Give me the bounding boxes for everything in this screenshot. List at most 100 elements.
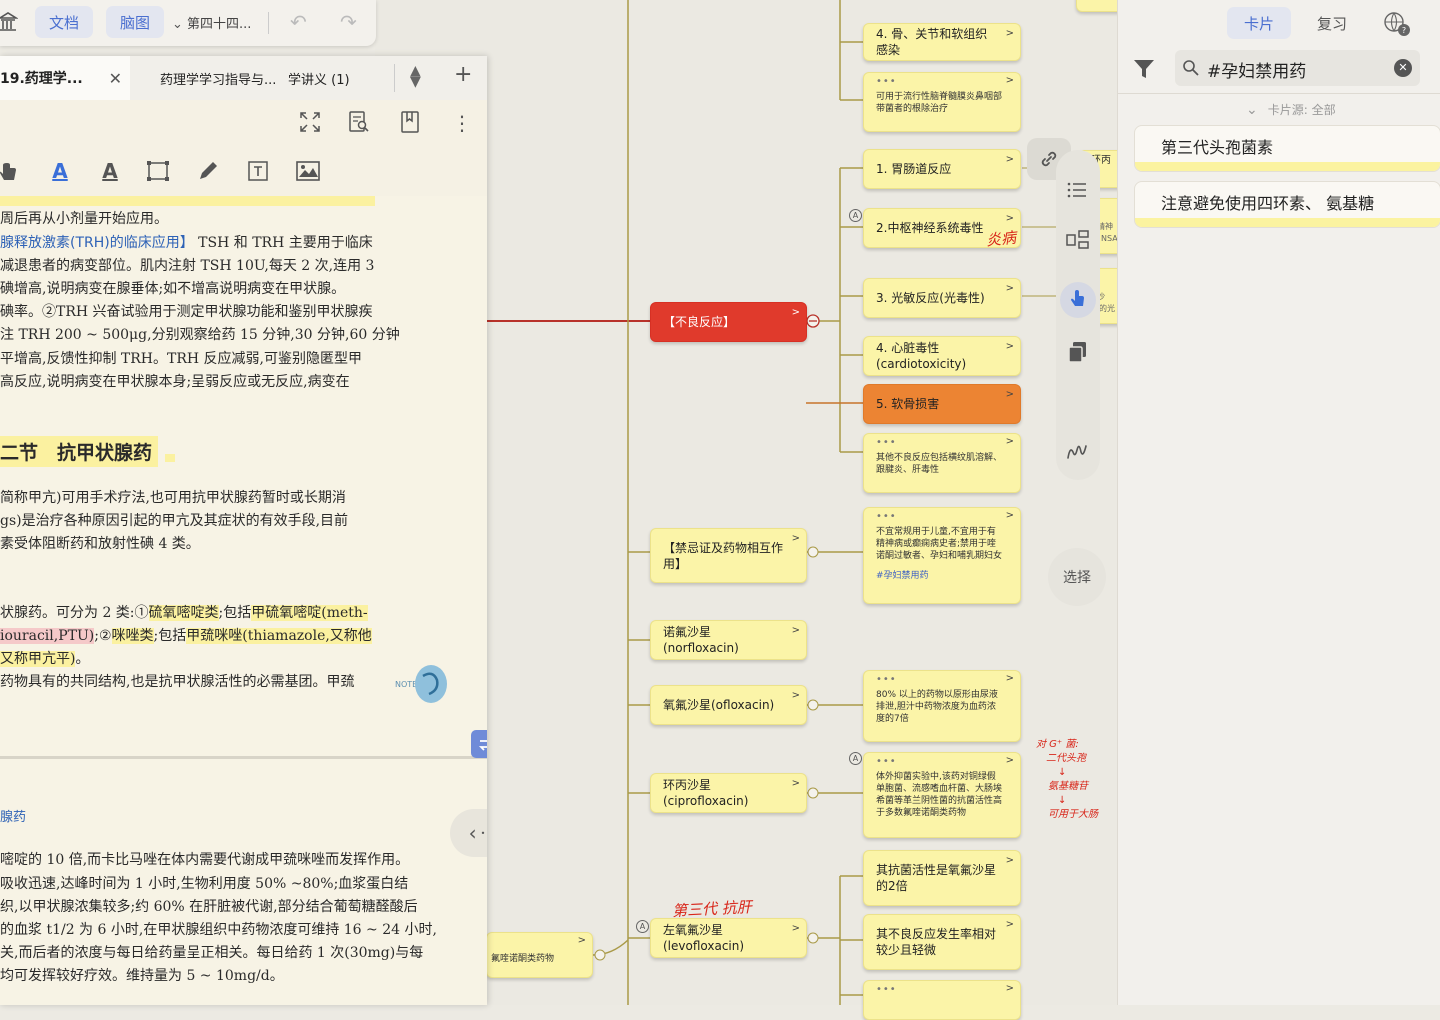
- node-cartilage[interactable]: 5. 软骨损害 >: [863, 384, 1021, 424]
- hand-icon[interactable]: [0, 158, 20, 184]
- expand-icon[interactable]: >: [792, 531, 800, 547]
- swap-pages-button[interactable]: [471, 730, 487, 758]
- select-button[interactable]: 选择: [1048, 548, 1106, 606]
- library-icon[interactable]: [0, 10, 19, 34]
- search-document-icon[interactable]: [346, 109, 372, 135]
- expand-icon[interactable]: >: [792, 623, 800, 639]
- annotation-marker-icon[interactable]: A: [849, 752, 862, 765]
- node-photo[interactable]: 3. 光敏反应(光毒性) >: [863, 278, 1021, 318]
- card-source-selector[interactable]: ⌄ 卡片源: 全部: [1246, 101, 1336, 118]
- undo-icon[interactable]: ↶: [290, 10, 307, 34]
- node-bone[interactable]: 4. 骨、关节和软组织感染 >: [863, 23, 1021, 61]
- expand-icon[interactable]: >: [1006, 983, 1014, 995]
- sort-tabs-icon[interactable]: ▲ ▼: [410, 64, 421, 89]
- expand-icon[interactable]: >: [1006, 755, 1014, 767]
- doc-tab[interactable]: 学讲义 (1): [288, 56, 350, 100]
- note-meningitis[interactable]: ••• 可用于流行性脑脊髓膜炎鼻咽部带菌者的根除治疗 >: [863, 72, 1021, 132]
- prev-page-icon[interactable]: ‹: [469, 821, 481, 845]
- expand-icon[interactable]: >: [1006, 281, 1014, 297]
- highlighted-term[interactable]: 甲硫氧嘧啶(meth-: [251, 605, 368, 621]
- expand-icon[interactable]: >: [1006, 339, 1014, 355]
- card-item[interactable]: 第三代头孢菌素: [1134, 125, 1440, 172]
- document-page[interactable]: 腺药 嘧啶的 10 倍,而卡比马唑在体内需要代谢成甲巯咪唑而发挥作用。 吸收迅速…: [0, 756, 487, 1005]
- pencil-icon[interactable]: [195, 158, 221, 184]
- expand-icon[interactable]: >: [578, 935, 586, 947]
- outline-button[interactable]: [1064, 176, 1092, 204]
- clear-search-icon[interactable]: ✕: [1394, 59, 1412, 77]
- node-levo-adverse[interactable]: 其不良反应发生率相对较少且轻微 >: [863, 914, 1021, 970]
- close-icon[interactable]: ✕: [109, 69, 122, 88]
- highlighted-term[interactable]: iouracil,PTU): [0, 628, 95, 644]
- more-icon[interactable]: •••: [876, 437, 897, 449]
- expand-icon[interactable]: >: [792, 776, 800, 792]
- text-box-icon[interactable]: [245, 158, 271, 184]
- doc-tab-active[interactable]: 19.药理学... ✕: [0, 56, 130, 100]
- card-search-box[interactable]: #孕妇禁用药 ✕: [1175, 50, 1420, 86]
- image-icon[interactable]: [294, 158, 322, 184]
- expand-icon[interactable]: >: [1006, 436, 1014, 448]
- add-tab-icon[interactable]: +: [454, 62, 472, 87]
- expand-icon[interactable]: >: [792, 921, 800, 937]
- page-nav-pill[interactable]: ‹•›: [450, 809, 487, 857]
- highlighted-term[interactable]: 又称甲亢平): [0, 651, 76, 667]
- node-ofloxacin[interactable]: 氧氟沙星(ofloxacin) >: [650, 685, 807, 725]
- node-norfloxacin[interactable]: 诺氟沙星(norfloxacin) >: [650, 620, 807, 660]
- expand-icon[interactable]: >: [1006, 673, 1014, 685]
- hand-tool-button[interactable]: [1060, 282, 1096, 318]
- text-highlight-icon[interactable]: A: [46, 156, 74, 186]
- filter-icon[interactable]: [1132, 57, 1156, 81]
- fullscreen-icon[interactable]: [298, 110, 322, 134]
- tab-review[interactable]: 复习: [1300, 7, 1364, 39]
- doc-tab[interactable]: 药理学学习指导与...: [160, 56, 276, 100]
- expand-icon[interactable]: >: [1006, 75, 1014, 87]
- annotation-marker-icon[interactable]: A: [636, 920, 649, 933]
- tag-pregnancy-contraindicated[interactable]: #孕妇禁用药: [876, 570, 1002, 582]
- more-icon[interactable]: •••: [876, 674, 897, 686]
- note-contra[interactable]: ••• 不宜常规用于儿童,不宜用于有精神病或癫痫病史者;禁用于喹诺酮过敏者、孕妇…: [863, 507, 1021, 604]
- highlighted-term[interactable]: 硫氧嘧啶类: [148, 605, 219, 621]
- rectangle-select-icon[interactable]: [145, 158, 171, 184]
- highlighted-term[interactable]: 甲巯咪唑(thiamazole,又称他: [186, 628, 372, 644]
- more-vertical-icon[interactable]: ⋮: [450, 110, 474, 136]
- expand-icon[interactable]: >: [1006, 917, 1014, 933]
- layout-button[interactable]: [1064, 226, 1092, 254]
- expand-icon[interactable]: >: [1006, 853, 1014, 869]
- expand-icon[interactable]: >: [792, 305, 800, 321]
- web-help-icon[interactable]: ?: [1382, 10, 1412, 38]
- freehand-button[interactable]: [1064, 436, 1092, 464]
- node-gi[interactable]: 1. 胃肠道反应 >: [863, 149, 1021, 189]
- expand-icon[interactable]: >: [1006, 26, 1014, 42]
- node-left-partial[interactable]: 氟喹诺酮类药物 >: [486, 932, 593, 978]
- tab-document[interactable]: 文档: [35, 6, 93, 38]
- note-levo-partial[interactable]: ••• >: [863, 980, 1021, 1020]
- highlighted-term[interactable]: 咪唑类: [111, 628, 154, 644]
- redo-icon[interactable]: ↷: [340, 10, 357, 34]
- note-other-adverse[interactable]: ••• 其他不良反应包括横纹肌溶解、跟腱炎、肝毒性 >: [863, 433, 1021, 493]
- note-ofloxacin[interactable]: ••• 80% 以上的药物以原形由尿液排泄,胆汁中药物浓度为血药浓度的7倍 >: [863, 670, 1021, 742]
- node-levofloxacin[interactable]: 左氧氟沙星(levofloxacin) >: [650, 918, 807, 958]
- node-adverse[interactable]: 【不良反应】 >: [650, 302, 807, 342]
- annotation-marker-icon[interactable]: A: [849, 209, 862, 222]
- copy-button[interactable]: [1064, 338, 1092, 366]
- more-icon[interactable]: •••: [876, 76, 897, 88]
- bookmark-icon[interactable]: [398, 109, 422, 135]
- more-icon[interactable]: •••: [876, 511, 897, 523]
- node-cardio[interactable]: 4. 心脏毒性(cardiotoxicity) >: [863, 336, 1021, 376]
- tab-cards[interactable]: 卡片: [1227, 7, 1291, 39]
- expand-icon[interactable]: >: [792, 688, 800, 704]
- node-ciprofloxacin[interactable]: 环丙沙星(ciprofloxacin) >: [650, 773, 807, 813]
- search-input[interactable]: #孕妇禁用药: [1207, 57, 1306, 82]
- document-page[interactable]: 周后再从小剂量开始应用。 腺释放激素(TRH)的临床应用】 TSH 和 TRH …: [0, 196, 487, 751]
- note-ciprofloxacin[interactable]: ••• 体外抑菌实验中,该药对铜绿假单胞菌、流感嗜血杆菌、大肠埃希菌等革兰阴性菌的…: [863, 752, 1021, 838]
- expand-icon[interactable]: >: [1006, 387, 1014, 403]
- expand-icon[interactable]: >: [1006, 211, 1014, 227]
- more-icon[interactable]: •••: [876, 756, 897, 768]
- note-badge[interactable]: NOTE: [395, 662, 451, 706]
- text-underline-icon[interactable]: A: [96, 156, 124, 186]
- expand-icon[interactable]: >: [1006, 152, 1014, 168]
- tab-mindmap[interactable]: 脑图: [106, 6, 164, 38]
- node-contra[interactable]: 【禁忌证及药物相互作用】 >: [650, 528, 807, 583]
- chapter-selector[interactable]: ⌄ 第四十四...: [172, 13, 251, 32]
- more-icon[interactable]: •••: [876, 984, 897, 996]
- card-item[interactable]: 注意避免使用四环素、 氨基糖: [1134, 181, 1440, 228]
